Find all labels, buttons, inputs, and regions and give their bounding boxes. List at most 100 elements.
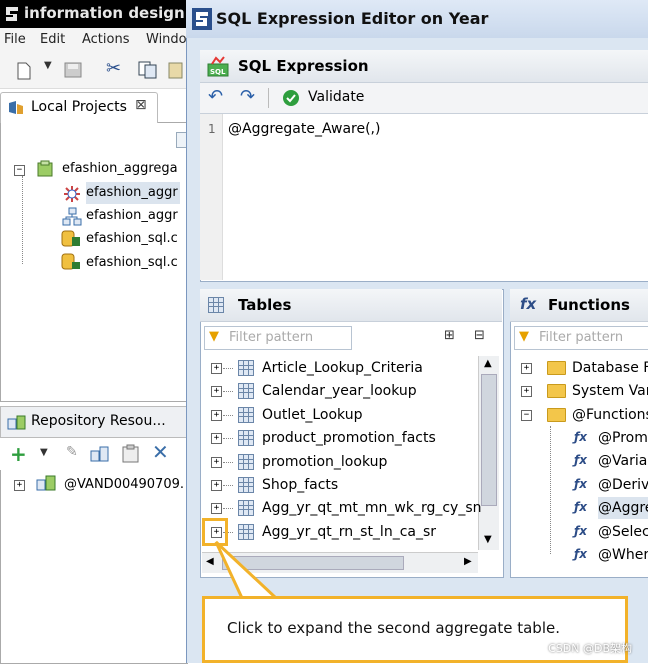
folder-toggle[interactable]: +: [521, 386, 532, 398]
expand-toggle[interactable]: +: [14, 480, 25, 491]
main-window-title: information design t: [24, 4, 198, 22]
session-icon[interactable]: [90, 446, 110, 464]
add-icon[interactable]: +: [10, 442, 27, 466]
table-icon: [238, 406, 254, 423]
table-expand-toggle[interactable]: +: [211, 386, 222, 398]
table-item[interactable]: promotion_lookup: [262, 451, 387, 473]
chevron-down-icon[interactable]: ▼: [40, 447, 48, 458]
folder-icon: [547, 384, 566, 399]
table-icon: [238, 430, 254, 447]
tree-item-connection-2[interactable]: efashion_sql.c: [86, 252, 178, 274]
sql-icon: SQL: [207, 56, 229, 77]
clipboard-icon[interactable]: [120, 444, 142, 464]
save-icon[interactable]: [64, 62, 82, 78]
collapse-toggle[interactable]: −: [14, 165, 25, 176]
table-item[interactable]: Agg_yr_qt_rn_st_ln_ca_sr: [262, 521, 436, 543]
table-expand-toggle[interactable]: +: [211, 480, 222, 491]
tab-local-projects[interactable]: Local Projects ⊠: [0, 92, 158, 123]
tab-repository-resources[interactable]: Repository Resou...: [0, 406, 188, 438]
functions-header: fx Functions: [510, 289, 648, 322]
paste-icon[interactable]: [168, 61, 184, 79]
tree-item-business-layer[interactable]: efashion_aggr: [86, 182, 180, 204]
tables-filter-input[interactable]: ▼ Filter pattern: [204, 326, 352, 350]
tree-item-repository-session[interactable]: @VAND00490709.: [64, 474, 184, 496]
function-folder[interactable]: @Functions: [572, 404, 648, 426]
callout-pointer: [214, 540, 280, 600]
tree-guide-line: [550, 426, 552, 554]
menu-file[interactable]: File: [4, 32, 26, 47]
table-item[interactable]: product_promotion_facts: [262, 427, 436, 449]
scroll-down-icon[interactable]: ▼: [484, 534, 492, 545]
expand-all-icon[interactable]: ⊞: [444, 328, 455, 343]
filter-icon: ▼: [519, 329, 529, 344]
table-expand-toggle[interactable]: +: [211, 456, 222, 468]
watermark: CSDN @DB架构: [548, 642, 632, 655]
table-expand-toggle[interactable]: +: [211, 433, 222, 445]
repository-icon: [7, 415, 26, 430]
functions-filter-input[interactable]: ▼ Filter pattern: [514, 326, 648, 350]
functions-section-title: Functions: [548, 296, 630, 314]
edit-icon[interactable]: ✎: [66, 444, 78, 460]
project-icon: [9, 101, 23, 114]
tree-item-data-foundation[interactable]: efashion_aggr: [86, 205, 178, 227]
function-folder[interactable]: System Vari: [572, 380, 648, 402]
connection-icon: [61, 230, 80, 247]
svg-text:SQL: SQL: [210, 68, 226, 76]
menu-actions[interactable]: Actions: [82, 32, 130, 47]
delete-icon[interactable]: ✕: [152, 440, 169, 464]
new-file-icon[interactable]: [16, 62, 32, 80]
tab-repository-label: Repository Resou...: [31, 413, 166, 429]
tree-item-connection-1[interactable]: efashion_sql.c: [86, 228, 178, 250]
table-expand-toggle[interactable]: +: [211, 409, 222, 421]
collapse-all-icon[interactable]: ⊟: [474, 328, 485, 343]
function-item[interactable]: @Aggre: [598, 497, 648, 520]
validate-button[interactable]: Validate: [280, 87, 370, 109]
table-item[interactable]: Outlet_Lookup: [262, 404, 363, 426]
table-icon: [238, 453, 254, 470]
functions-filter-placeholder: Filter pattern: [539, 330, 624, 345]
dialog-title: SQL Expression Editor on Year: [216, 9, 489, 28]
tree-guide-line: [223, 438, 233, 440]
function-item[interactable]: @Deriv: [598, 474, 648, 496]
repository-panel: [0, 470, 188, 664]
close-icon[interactable]: ⊠: [135, 97, 147, 113]
table-icon: [238, 500, 254, 517]
tree-guide-line: [22, 176, 24, 264]
sql-editor[interactable]: [200, 114, 648, 280]
tree-guide-line: [223, 414, 233, 416]
function-folder[interactable]: Database F: [572, 357, 648, 379]
sql-expression-text[interactable]: @Aggregate_Aware(,): [228, 121, 380, 137]
table-expand-toggle[interactable]: +: [211, 503, 222, 515]
chevron-down-icon[interactable]: ▼: [44, 60, 52, 71]
main-toolbar: ▼ ✂: [0, 52, 190, 89]
data-foundation-icon: [62, 207, 82, 226]
table-item[interactable]: Agg_yr_qt_mt_mn_wk_rg_cy_sn: [262, 497, 482, 519]
table-icon: [208, 297, 224, 313]
tables-vertical-scrollbar[interactable]: ▲ ▼: [478, 356, 499, 550]
table-item[interactable]: Shop_facts: [262, 474, 338, 496]
scroll-thumb[interactable]: [481, 374, 497, 506]
function-item[interactable]: @Variab: [598, 450, 648, 472]
check-icon: [283, 90, 299, 106]
copy-icon[interactable]: [138, 61, 158, 79]
folder-toggle[interactable]: −: [521, 409, 532, 421]
redo-icon[interactable]: ↷: [240, 86, 255, 107]
connection-icon: [61, 253, 80, 270]
folder-toggle[interactable]: +: [521, 363, 532, 374]
table-expand-toggle[interactable]: +: [211, 363, 222, 374]
menu-window[interactable]: Windo: [146, 32, 187, 47]
callout-text: Click to expand the second aggregate tab…: [227, 619, 560, 637]
function-item[interactable]: @Selec: [598, 521, 648, 543]
scroll-right-icon[interactable]: ▶: [464, 556, 472, 567]
repository-session-icon: [36, 475, 56, 491]
table-item[interactable]: Calendar_year_lookup: [262, 380, 417, 402]
scroll-up-icon[interactable]: ▲: [484, 358, 492, 369]
undo-icon[interactable]: ↶: [208, 86, 223, 107]
tree-item-project-root[interactable]: efashion_aggrega: [62, 158, 178, 180]
table-item[interactable]: Article_Lookup_Criteria: [262, 357, 423, 379]
menu-edit[interactable]: Edit: [40, 32, 65, 47]
function-item[interactable]: @Wher: [598, 544, 648, 566]
cut-icon[interactable]: ✂: [106, 58, 121, 79]
function-item[interactable]: @Promp: [598, 427, 648, 449]
function-icon: ƒx: [574, 523, 587, 538]
